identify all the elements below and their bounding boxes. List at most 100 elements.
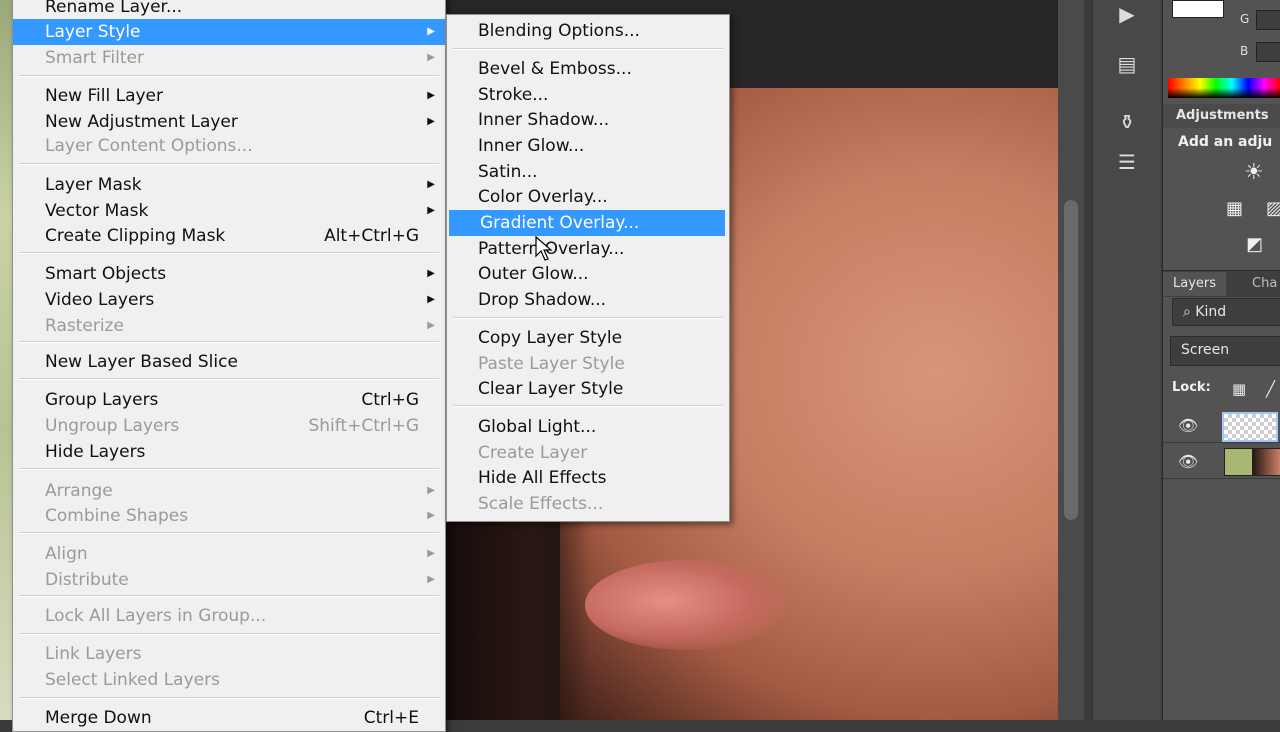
menu-separator <box>19 252 439 254</box>
menu-item-rename-layer[interactable]: Rename Layer... <box>13 0 445 20</box>
menu-item-outer-glow[interactable]: Outer Glow... <box>447 261 729 287</box>
menu-item-layer-mask[interactable]: Layer Mask ▶ <box>13 172 445 198</box>
visibility-eye-icon[interactable]: 👁 <box>1178 416 1202 435</box>
menu-item-hide-layers[interactable]: Hide Layers <box>13 439 445 465</box>
menu-item-new-fill-layer[interactable]: New Fill Layer ▶ <box>13 83 445 109</box>
tab-channels[interactable]: Cha <box>1242 272 1280 296</box>
menu-item-smart-objects[interactable]: Smart Objects ▶ <box>13 261 445 287</box>
menu-item-link-layers[interactable]: Link Layers <box>13 641 445 667</box>
sliders-icon[interactable]: ☰ <box>1109 148 1145 176</box>
menu-item-smart-filter[interactable]: Smart Filter ▶ <box>13 45 445 71</box>
blend-mode-select[interactable]: Screen <box>1170 336 1280 366</box>
color-g-label: G <box>1240 12 1250 26</box>
adjustments-hint: Add an adju <box>1178 134 1273 150</box>
menu-separator <box>19 595 439 597</box>
layer-thumbnail-photo[interactable] <box>1252 448 1280 476</box>
menu-item-create-clipping-mask[interactable]: Create Clipping Mask Alt+Ctrl+G <box>13 223 445 249</box>
menu-separator <box>19 697 439 699</box>
submenu-arrow-icon: ▶ <box>427 90 435 101</box>
menu-item-drop-shadow[interactable]: Drop Shadow... <box>447 287 729 313</box>
exposure-icon[interactable]: ◩ <box>1246 234 1263 255</box>
menu-item-pattern-overlay[interactable]: Pattern Overlay... <box>447 236 729 262</box>
tab-adjustments[interactable]: Adjustments <box>1166 104 1279 128</box>
menu-item-clear-layer-style[interactable]: Clear Layer Style <box>447 376 729 402</box>
menu-item-satin[interactable]: Satin... <box>447 159 729 185</box>
color-g-slider[interactable] <box>1256 10 1280 30</box>
menu-item-new-adjustment-layer[interactable]: New Adjustment Layer ▶ <box>13 109 445 135</box>
menu-item-color-overlay[interactable]: Color Overlay... <box>447 184 729 210</box>
lock-transparent-icon[interactable]: ▦ <box>1232 380 1246 398</box>
submenu-arrow-icon: ▶ <box>427 205 435 216</box>
submenu-arrow-icon: ▶ <box>427 574 435 585</box>
menu-item-gradient-overlay[interactable]: Gradient Overlay... <box>449 210 725 236</box>
curves-icon[interactable]: ▨ <box>1266 198 1280 219</box>
menu-item-video-layers[interactable]: Video Layers ▶ <box>13 287 445 313</box>
properties-icon[interactable]: ▤ <box>1109 50 1145 78</box>
search-icon: ⌕ <box>1183 304 1191 320</box>
layer-filter-kind[interactable]: ⌕ Kind <box>1172 298 1280 326</box>
menu-item-ungroup-layers[interactable]: Ungroup Layers Shift+Ctrl+G <box>13 413 445 439</box>
menu-separator <box>19 163 439 165</box>
menu-item-group-layers[interactable]: Group Layers Ctrl+G <box>13 387 445 413</box>
background-image-edge <box>0 0 12 720</box>
lock-label: Lock: <box>1172 380 1211 395</box>
color-b-slider[interactable] <box>1256 42 1280 62</box>
menu-separator <box>453 317 723 319</box>
panel-icon-strip: ▶ ▤ ⚱ ☰ <box>1092 0 1161 720</box>
menu-item-bevel-emboss[interactable]: Bevel & Emboss... <box>447 56 729 82</box>
menu-item-blending-options[interactable]: Blending Options... <box>447 18 729 44</box>
submenu-arrow-icon: ▶ <box>427 179 435 190</box>
menu-item-vector-mask[interactable]: Vector Mask ▶ <box>13 198 445 224</box>
menu-item-distribute[interactable]: Distribute ▶ <box>13 567 445 593</box>
submenu-arrow-icon: ▶ <box>427 548 435 559</box>
menu-item-layer-content-options[interactable]: Layer Content Options... <box>13 133 445 159</box>
menu-item-inner-glow[interactable]: Inner Glow... <box>447 133 729 159</box>
menu-item-new-layer-based-slice[interactable]: New Layer Based Slice <box>13 349 445 375</box>
tab-layers[interactable]: Layers <box>1163 272 1227 296</box>
menu-item-scale-effects[interactable]: Scale Effects... <box>447 491 729 517</box>
menu-item-align[interactable]: Align ▶ <box>13 541 445 567</box>
menu-separator <box>453 48 723 50</box>
filter-kind-label: Kind <box>1195 304 1227 320</box>
brush-presets-icon[interactable]: ⚱ <box>1109 108 1145 136</box>
menu-item-merge-down[interactable]: Merge Down Ctrl+E <box>13 705 445 731</box>
scrollbar-thumb[interactable] <box>1064 200 1078 520</box>
menu-item-combine-shapes[interactable]: Combine Shapes ▶ <box>13 503 445 529</box>
visibility-eye-icon[interactable]: 👁 <box>1178 452 1202 471</box>
photo-lips <box>585 560 785 650</box>
submenu-arrow-icon: ▶ <box>427 485 435 496</box>
menu-item-create-layer[interactable]: Create Layer <box>447 440 729 466</box>
menu-item-inner-shadow[interactable]: Inner Shadow... <box>447 107 729 133</box>
menu-separator <box>19 532 439 534</box>
menu-item-stroke[interactable]: Stroke... <box>447 82 729 108</box>
menu-separator <box>453 405 723 407</box>
color-b-label: B <box>1240 44 1249 58</box>
play-icon[interactable]: ▶ <box>1109 0 1145 28</box>
submenu-arrow-icon: ▶ <box>427 52 435 63</box>
menu-item-select-linked-layers[interactable]: Select Linked Layers <box>13 667 445 693</box>
mouse-cursor-icon <box>535 235 553 262</box>
menu-separator <box>19 75 439 77</box>
menu-separator <box>19 378 439 380</box>
submenu-arrow-icon: ▶ <box>427 510 435 521</box>
menu-item-copy-layer-style[interactable]: Copy Layer Style <box>447 325 729 351</box>
levels-icon[interactable]: ▦ <box>1226 198 1243 219</box>
menu-item-lock-all-layers[interactable]: Lock All Layers in Group... <box>13 603 445 629</box>
brightness-icon[interactable]: ☀ <box>1244 160 1264 185</box>
foreground-color-swatch[interactable] <box>1172 0 1224 18</box>
menu-item-arrange[interactable]: Arrange ▶ <box>13 478 445 504</box>
submenu-arrow-icon: ▶ <box>427 294 435 305</box>
layer-thumbnail-green[interactable] <box>1224 448 1254 476</box>
submenu-arrow-icon: ▶ <box>427 268 435 279</box>
menu-item-paste-layer-style[interactable]: Paste Layer Style <box>447 351 729 377</box>
menu-item-layer-style[interactable]: Layer Style ▶ <box>13 19 445 45</box>
submenu-arrow-icon: ▶ <box>427 320 435 331</box>
menu-item-global-light[interactable]: Global Light... <box>447 414 729 440</box>
menu-separator <box>19 633 439 635</box>
menu-separator <box>19 341 439 343</box>
menu-item-hide-all-effects[interactable]: Hide All Effects <box>447 465 729 491</box>
layer-thumbnail-transparent[interactable] <box>1222 412 1278 442</box>
lock-brush-icon[interactable]: ╱ <box>1266 380 1275 398</box>
layer-menu: Rename Layer... Layer Style ▶ Smart Filte… <box>12 0 446 732</box>
menu-item-rasterize[interactable]: Rasterize ▶ <box>13 313 445 339</box>
